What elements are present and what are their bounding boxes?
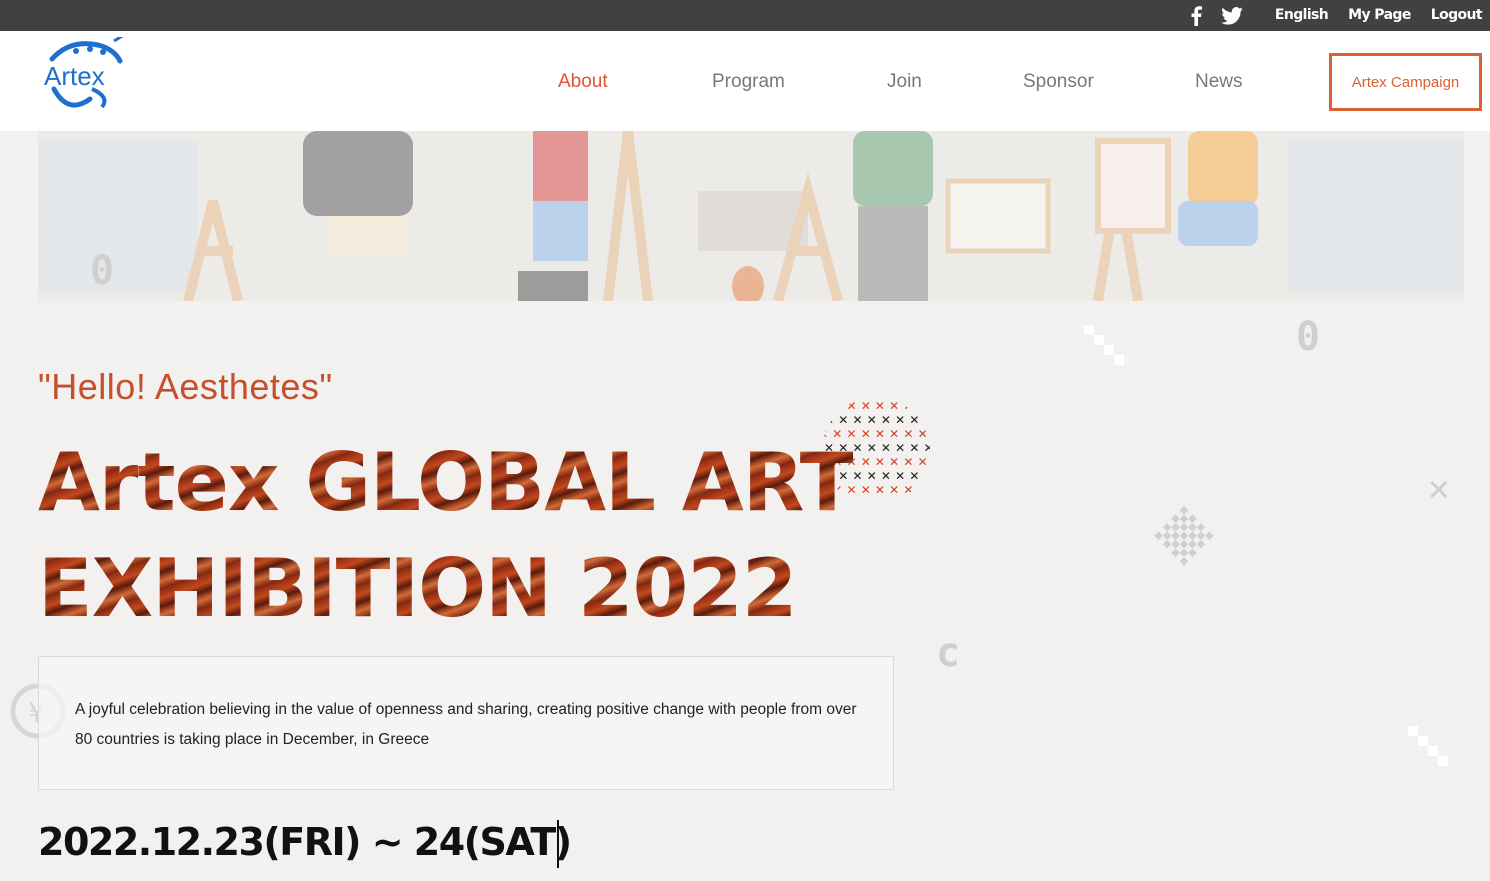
title-line2: EXHIBITION 2022 — [38, 542, 797, 635]
decorative-zero-icon: 0 — [90, 248, 115, 294]
hero-greeting: "Hello! Aesthetes" — [38, 366, 333, 407]
nav-about[interactable]: About — [558, 71, 608, 93]
nav-program[interactable]: Program — [712, 71, 785, 93]
decorative-c-icon: c — [936, 630, 961, 676]
decorative-checker-diamond-icon — [1154, 506, 1214, 566]
artex-campaign-button[interactable]: Artex Campaign — [1329, 53, 1482, 111]
exhibition-title: Artex GLOBAL ART EXHIBITION 2022 — [38, 430, 853, 642]
nav-news[interactable]: News — [1195, 71, 1243, 93]
language-link[interactable]: English — [1275, 0, 1329, 31]
logout-link[interactable]: Logout — [1431, 0, 1483, 31]
decorative-zero-icon: 0 — [1296, 314, 1321, 360]
logo-text: Artex — [44, 61, 105, 91]
title-word-artex: Artex — [38, 436, 279, 529]
nav-sponsor[interactable]: Sponsor — [1023, 71, 1094, 93]
top-utility-bar: English My Page Logout — [0, 0, 1490, 31]
facebook-icon[interactable] — [1183, 5, 1209, 27]
title-line1-rest: GLOBAL ART — [305, 436, 854, 529]
event-dates: 2022.12.23(FRI) ~ 24(SAT) — [38, 820, 572, 864]
nav-join[interactable]: Join — [887, 71, 922, 93]
description-text: A joyful celebration believing in the va… — [75, 701, 857, 748]
hero-illustration — [38, 131, 1464, 301]
artex-logo[interactable]: Artex — [40, 33, 140, 111]
decorative-pixel-icon — [1084, 325, 1124, 365]
text-caret — [557, 820, 559, 868]
svg-text:✕ ✕ ✕ ✕ ✕ ✕ ✕ ✕: ✕ ✕ ✕ ✕ ✕ ✕ ✕ ✕ — [818, 399, 928, 413]
twitter-icon[interactable] — [1219, 5, 1245, 27]
description-box: A joyful celebration believing in the va… — [38, 656, 894, 790]
decorative-x-icon: ✕ — [1428, 468, 1450, 509]
decorative-pixel-icon — [1408, 726, 1448, 766]
svg-text:✕ ✕ ✕ ✕ ✕ ✕ ✕ ✕: ✕ ✕ ✕ ✕ ✕ ✕ ✕ ✕ — [824, 413, 934, 427]
my-page-link[interactable]: My Page — [1348, 0, 1411, 31]
main-header: Artex About Program Join Sponsor News Ar… — [0, 31, 1490, 131]
